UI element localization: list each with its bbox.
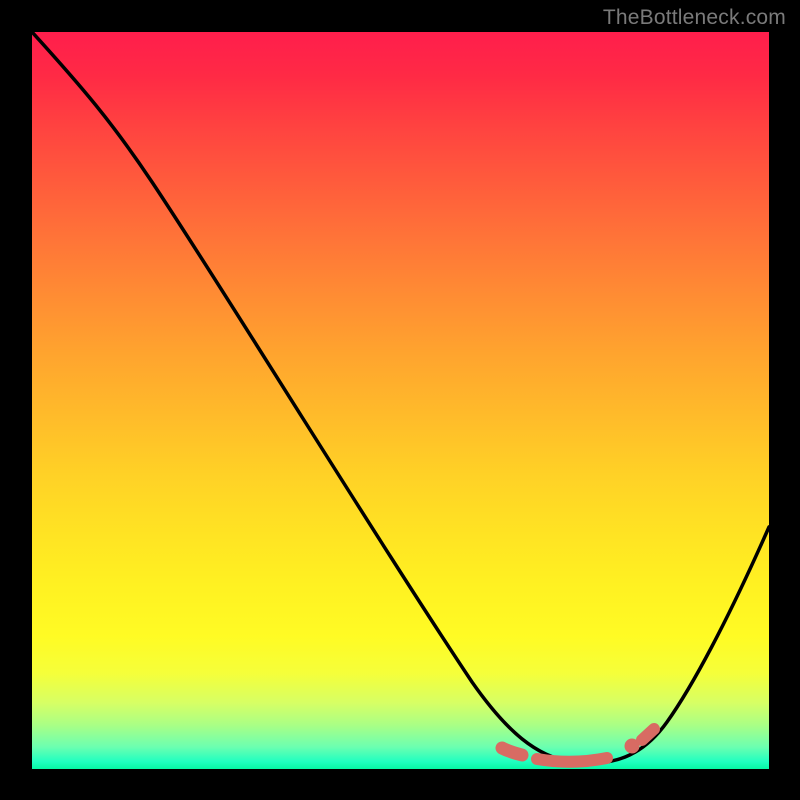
dot-dash-mid — [537, 758, 607, 762]
chart-frame: TheBottleneck.com — [0, 0, 800, 800]
plot-area — [32, 32, 769, 769]
dot-dash-right — [642, 729, 654, 740]
bottleneck-curve-svg — [32, 32, 769, 769]
bottleneck-curve-path — [32, 32, 769, 763]
dot-dash-left — [502, 748, 522, 755]
curve-dots-cluster — [502, 729, 654, 762]
watermark-text: TheBottleneck.com — [603, 6, 786, 30]
